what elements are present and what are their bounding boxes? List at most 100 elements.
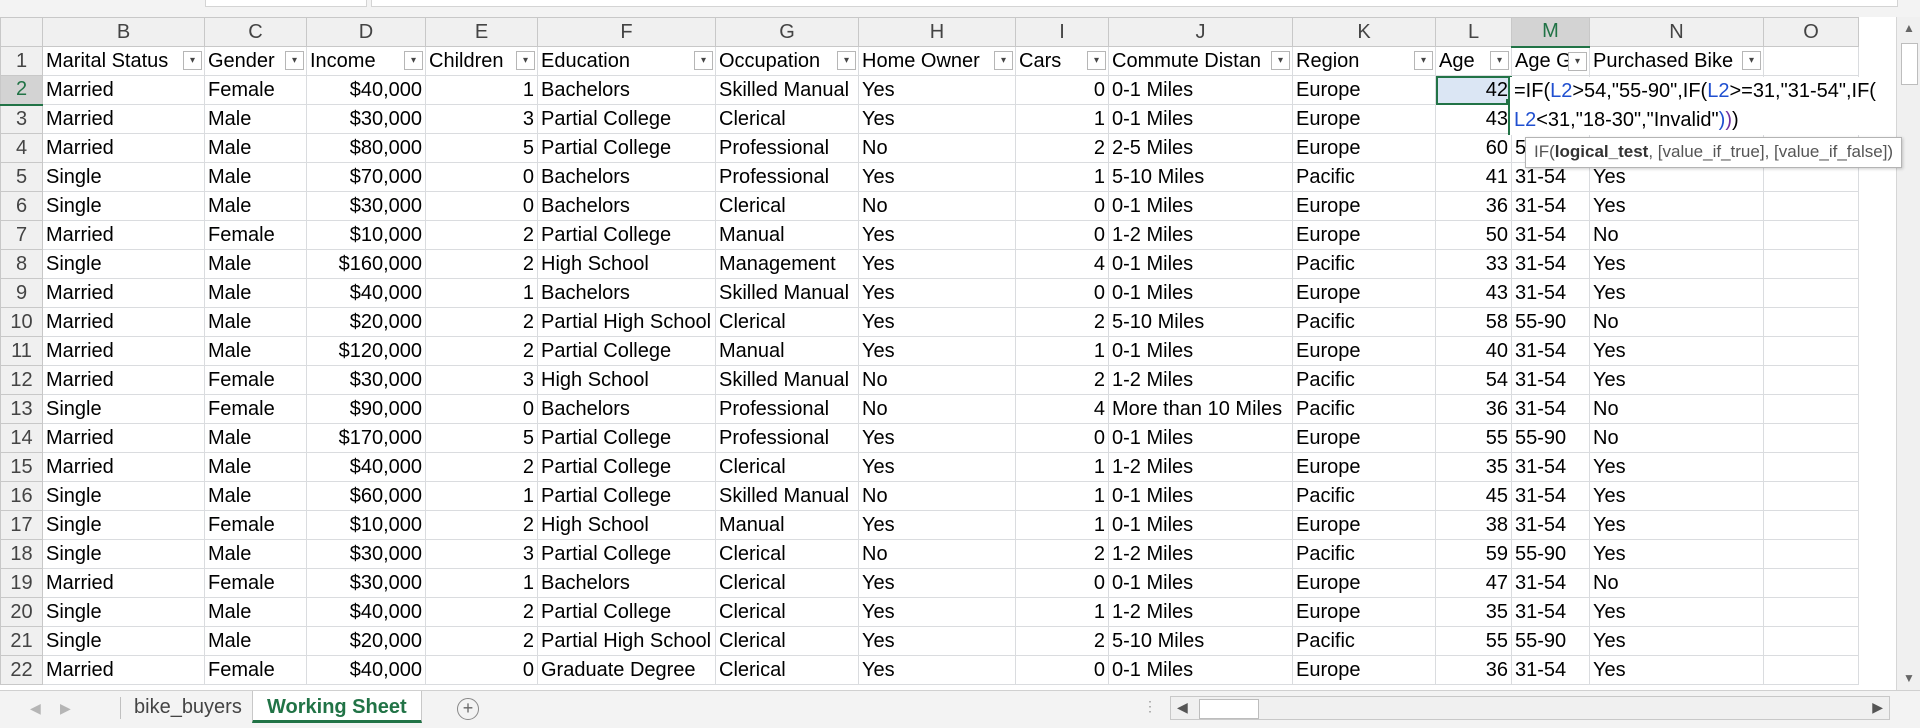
table-cell[interactable]: Male [204, 452, 307, 482]
table-cell[interactable]: 0-1 Miles [1108, 191, 1293, 221]
table-cell[interactable]: 2-5 Miles [1108, 133, 1293, 163]
table-cell[interactable]: 5-10 Miles [1108, 162, 1293, 192]
table-cell[interactable]: 2 [1015, 307, 1109, 337]
table-cell[interactable]: 1 [425, 278, 538, 308]
table-cell[interactable] [1763, 307, 1859, 337]
table-cell[interactable]: Clerical [715, 568, 859, 598]
table-cell[interactable]: No [858, 365, 1016, 395]
table-cell[interactable]: $60,000 [306, 481, 426, 511]
table-cell[interactable]: 0-1 Miles [1108, 568, 1293, 598]
column-header-k[interactable]: K [1292, 17, 1436, 47]
table-cell[interactable]: Yes [858, 626, 1016, 656]
table-cell[interactable] [1763, 539, 1859, 569]
table-cell[interactable]: Married [42, 220, 205, 250]
table-cell[interactable]: 38 [1435, 510, 1512, 540]
filter-dropdown-icon[interactable]: ▾ [1742, 51, 1761, 70]
row-header[interactable]: 4 [0, 133, 43, 163]
table-cell[interactable]: Skilled Manual [715, 365, 859, 395]
table-cell[interactable] [1763, 394, 1859, 424]
table-cell[interactable]: 0-1 Miles [1108, 481, 1293, 511]
table-cell[interactable]: 5-10 Miles [1108, 626, 1293, 656]
column-header-f[interactable]: F [537, 17, 716, 47]
table-cell[interactable]: 59 [1435, 539, 1512, 569]
table-cell[interactable]: Female [204, 220, 307, 250]
table-cell[interactable]: Clerical [715, 104, 859, 134]
scroll-up-icon[interactable]: ▲ [1903, 21, 1915, 35]
table-cell[interactable] [1763, 481, 1859, 511]
table-cell[interactable]: Single [42, 539, 205, 569]
row-header[interactable]: 19 [0, 568, 43, 598]
table-cell[interactable]: 31-54 [1511, 278, 1590, 308]
table-cell[interactable] [1763, 655, 1859, 685]
table-cell[interactable]: 0-1 Miles [1108, 423, 1293, 453]
table-cell[interactable] [1763, 568, 1859, 598]
table-cell[interactable]: Clerical [715, 597, 859, 627]
table-cell[interactable]: 0 [1015, 423, 1109, 453]
table-cell[interactable]: 5-10 Miles [1108, 307, 1293, 337]
table-cell[interactable]: Yes [858, 104, 1016, 134]
table-cell[interactable]: Europe [1292, 655, 1436, 685]
header-cell[interactable]: Cars ▾ [1015, 46, 1109, 76]
table-cell[interactable]: Graduate Degree [537, 655, 716, 685]
row-header[interactable]: 1 [0, 46, 43, 76]
table-cell[interactable]: Single [42, 394, 205, 424]
table-cell[interactable]: 36 [1435, 394, 1512, 424]
table-cell[interactable]: 0 [425, 191, 538, 221]
table-cell[interactable]: Yes [1589, 278, 1764, 308]
table-cell[interactable]: Europe [1292, 104, 1436, 134]
table-cell[interactable]: Yes [858, 510, 1016, 540]
table-cell[interactable]: Married [42, 133, 205, 163]
table-cell[interactable] [1763, 423, 1859, 453]
table-cell[interactable]: Male [204, 481, 307, 511]
table-cell[interactable]: No [1589, 423, 1764, 453]
table-cell[interactable]: 0 [1015, 278, 1109, 308]
table-cell[interactable]: Married [42, 75, 205, 105]
table-cell[interactable]: Married [42, 307, 205, 337]
table-cell[interactable]: Yes [1589, 481, 1764, 511]
table-cell[interactable]: $30,000 [306, 568, 426, 598]
table-cell[interactable]: 50 [1435, 220, 1512, 250]
table-cell[interactable]: $30,000 [306, 539, 426, 569]
table-cell[interactable]: Clerical [715, 655, 859, 685]
table-cell[interactable]: 1-2 Miles [1108, 365, 1293, 395]
table-cell[interactable]: 1-2 Miles [1108, 220, 1293, 250]
table-cell[interactable]: Skilled Manual [715, 481, 859, 511]
table-cell[interactable]: Partial College [537, 481, 716, 511]
table-cell[interactable]: 2 [1015, 365, 1109, 395]
table-cell[interactable]: 0-1 Miles [1108, 510, 1293, 540]
row-header[interactable]: 9 [0, 278, 43, 308]
table-cell[interactable]: $40,000 [306, 452, 426, 482]
table-cell[interactable]: 2 [425, 452, 538, 482]
tooltip-current-arg[interactable]: logical_test [1555, 142, 1649, 161]
table-cell[interactable]: Yes [1589, 510, 1764, 540]
table-cell[interactable]: 45 [1435, 481, 1512, 511]
table-cell[interactable]: $30,000 [306, 191, 426, 221]
table-cell[interactable]: Married [42, 655, 205, 685]
table-cell[interactable]: No [858, 191, 1016, 221]
row-header[interactable]: 12 [0, 365, 43, 395]
table-cell[interactable]: $170,000 [306, 423, 426, 453]
table-cell[interactable]: Partial College [537, 220, 716, 250]
table-cell[interactable]: $90,000 [306, 394, 426, 424]
header-cell[interactable]: Home Owner ▾ [858, 46, 1016, 76]
filter-dropdown-icon[interactable]: ▾ [183, 51, 202, 70]
table-cell[interactable]: Europe [1292, 510, 1436, 540]
table-cell[interactable]: Yes [1589, 597, 1764, 627]
table-cell[interactable]: 4 [1015, 394, 1109, 424]
row-header[interactable]: 13 [0, 394, 43, 424]
vertical-scrollbar[interactable]: ▲ ▼ [1896, 17, 1920, 690]
table-cell[interactable]: High School [537, 249, 716, 279]
table-cell[interactable]: 2 [425, 510, 538, 540]
column-header-g[interactable]: G [715, 17, 859, 47]
table-cell[interactable]: 31-54 [1511, 365, 1590, 395]
table-cell[interactable]: Partial College [537, 133, 716, 163]
table-cell[interactable]: Partial High School [537, 626, 716, 656]
table-cell[interactable]: 2 [425, 626, 538, 656]
table-cell[interactable]: 31-54 [1511, 220, 1590, 250]
table-cell[interactable]: Male [204, 249, 307, 279]
table-cell[interactable]: 3 [425, 104, 538, 134]
table-cell[interactable]: Yes [858, 249, 1016, 279]
row-header[interactable]: 11 [0, 336, 43, 366]
table-cell[interactable]: Yes [858, 336, 1016, 366]
table-cell[interactable]: 1 [1015, 104, 1109, 134]
